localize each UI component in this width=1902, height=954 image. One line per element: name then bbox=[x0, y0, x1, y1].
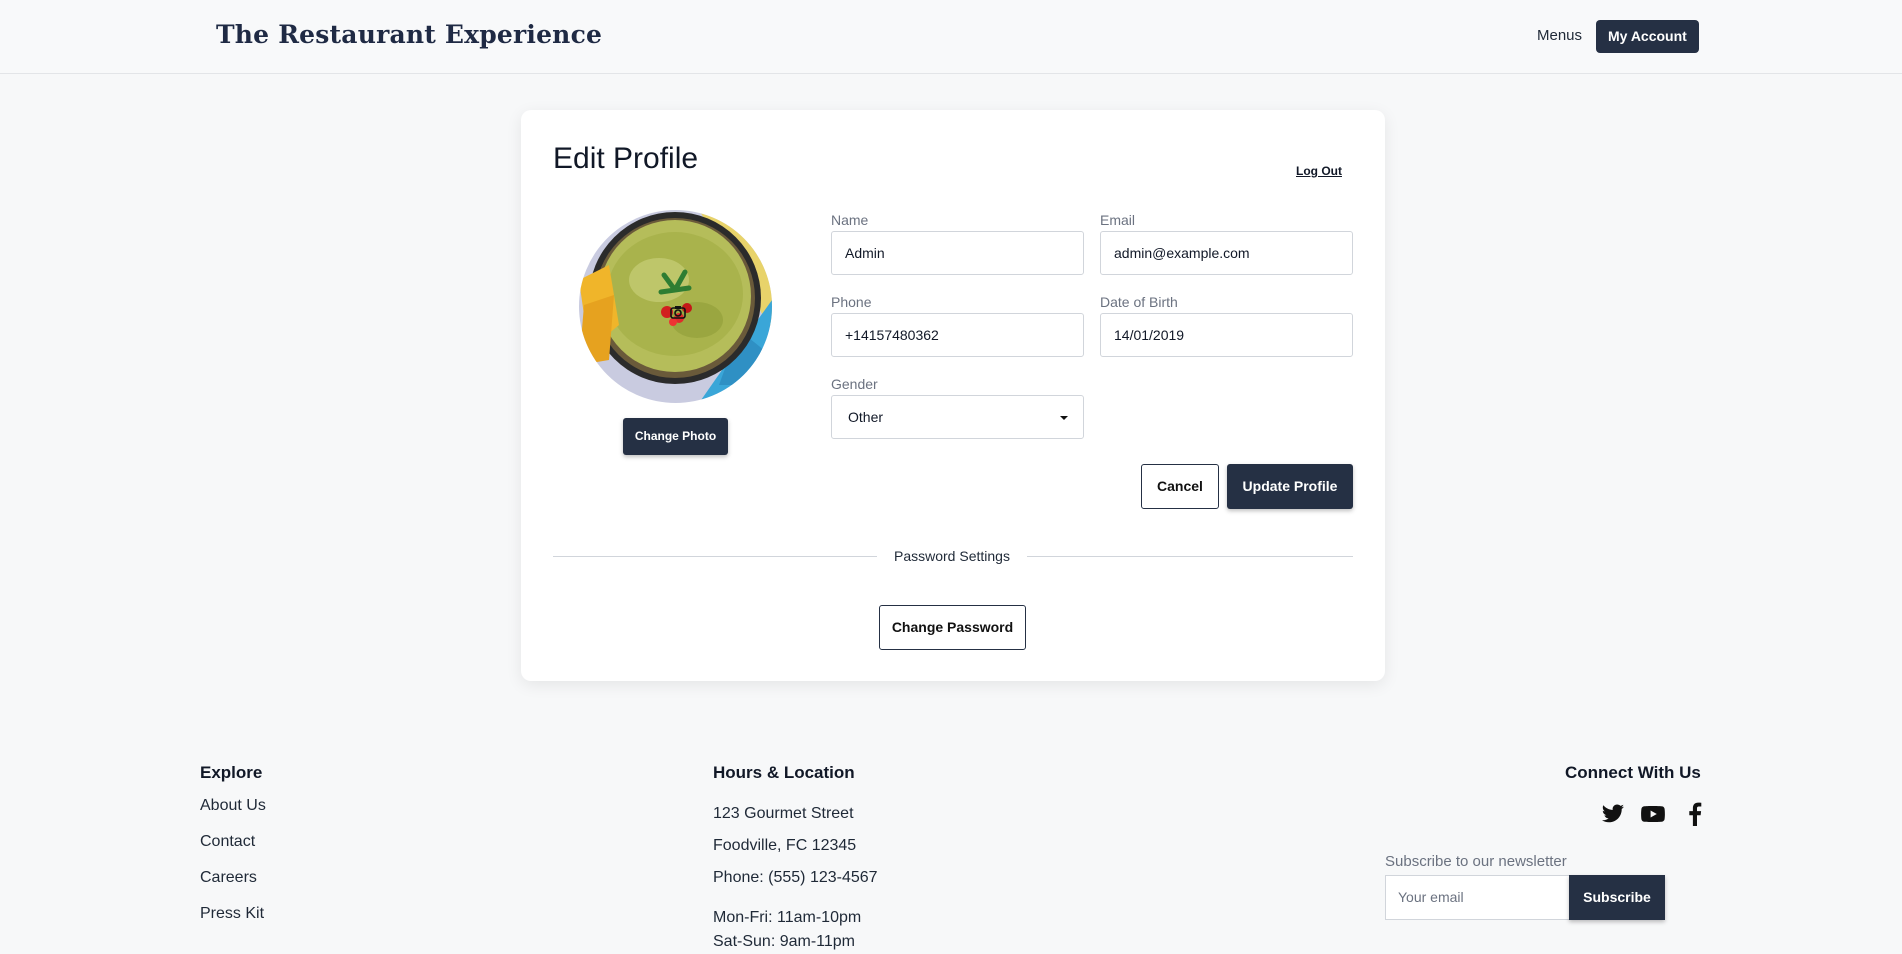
password-settings-heading: Password Settings bbox=[894, 548, 1010, 564]
name-field[interactable]: Admin bbox=[831, 231, 1084, 275]
change-password-button[interactable]: Change Password bbox=[879, 605, 1026, 650]
hours-heading: Hours & Location bbox=[713, 763, 855, 782]
dob-field[interactable]: 14/01/2019 bbox=[1100, 313, 1353, 357]
name-label: Name bbox=[831, 212, 869, 228]
logout-link[interactable]: Log Out bbox=[1296, 164, 1342, 178]
dob-label: Date of Birth bbox=[1100, 294, 1178, 310]
footer-link-careers[interactable]: Careers bbox=[200, 869, 257, 887]
change-photo-button[interactable]: Change Photo bbox=[623, 418, 728, 455]
gender-selected-value: Other bbox=[848, 409, 884, 425]
newsletter-label: Subscribe to our newsletter bbox=[1385, 853, 1567, 870]
explore-heading: Explore bbox=[200, 763, 263, 782]
update-profile-button[interactable]: Update Profile bbox=[1227, 464, 1353, 509]
phone-field[interactable]: +14157480362 bbox=[831, 313, 1084, 357]
page-title: Edit Profile bbox=[553, 142, 699, 175]
address-line-1: 123 Gourmet Street bbox=[713, 805, 854, 822]
edit-profile-card: Edit Profile Log Out Change Photo Name A… bbox=[521, 110, 1385, 681]
address-line-2: Foodville, FC 12345 bbox=[713, 837, 857, 854]
nav-menus-link[interactable]: Menus bbox=[1537, 27, 1582, 44]
cancel-button[interactable]: Cancel bbox=[1141, 464, 1219, 509]
youtube-icon[interactable] bbox=[1640, 802, 1666, 826]
gender-select[interactable]: Other bbox=[831, 395, 1084, 439]
connect-heading: Connect With Us bbox=[1565, 763, 1701, 782]
brand-logo[interactable]: The Restaurant Experience bbox=[216, 20, 602, 49]
divider bbox=[1027, 556, 1353, 557]
phone-label: Phone bbox=[831, 294, 872, 310]
top-navbar: The Restaurant Experience Menus My Accou… bbox=[0, 0, 1902, 74]
chevron-down-icon bbox=[1060, 416, 1068, 420]
gender-label: Gender bbox=[831, 376, 878, 392]
email-label: Email bbox=[1100, 212, 1136, 228]
email-field[interactable]: admin@example.com bbox=[1100, 231, 1353, 275]
divider bbox=[553, 556, 877, 557]
phone-number: Phone: (555) 123-4567 bbox=[713, 869, 878, 886]
subscribe-button[interactable]: Subscribe bbox=[1569, 875, 1665, 920]
hours-weekend: Sat-Sun: 9am-11pm bbox=[713, 933, 855, 950]
footer-link-contact[interactable]: Contact bbox=[200, 833, 255, 851]
footer-link-press-kit[interactable]: Press Kit bbox=[200, 905, 264, 923]
my-account-button[interactable]: My Account bbox=[1596, 20, 1699, 53]
twitter-icon[interactable] bbox=[1600, 802, 1626, 826]
hours-weekday: Mon-Fri: 11am-10pm bbox=[713, 909, 862, 926]
footer-link-about[interactable]: About Us bbox=[200, 797, 266, 815]
newsletter-email-input[interactable]: Your email bbox=[1385, 875, 1569, 920]
facebook-icon[interactable] bbox=[1682, 802, 1708, 826]
camera-icon[interactable] bbox=[670, 305, 686, 319]
